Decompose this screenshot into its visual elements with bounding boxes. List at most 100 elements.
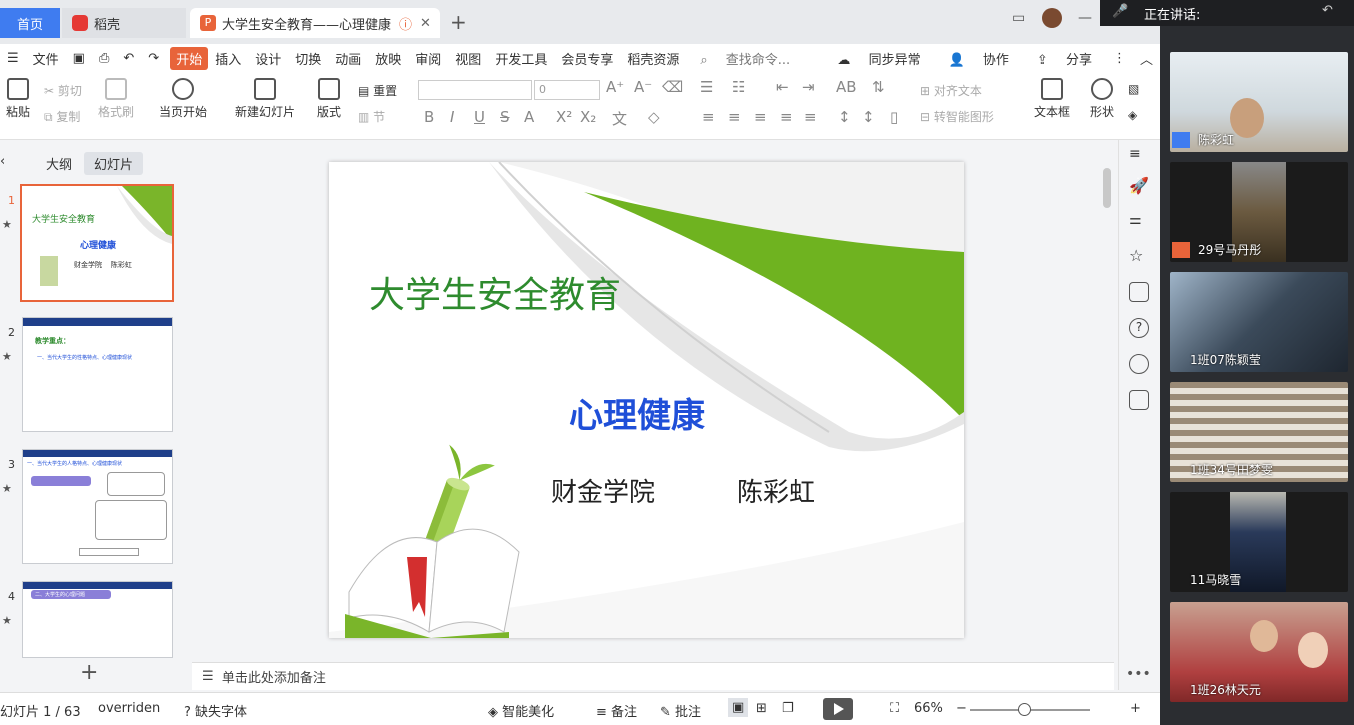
hamburger-icon[interactable]: ☰: [0, 51, 26, 66]
menu-design[interactable]: 设计: [248, 49, 288, 68]
menu-animation[interactable]: 动画: [328, 49, 368, 68]
menu-start[interactable]: 开始: [170, 46, 209, 70]
close-tab-icon[interactable]: ✕: [420, 16, 431, 31]
font-family-select[interactable]: [418, 80, 532, 100]
video-tile[interactable]: 1班34号田梦雯: [1170, 382, 1348, 482]
notes-area[interactable]: ☰ 单击此处添加备注: [192, 662, 1114, 690]
current-slide[interactable]: 大学生安全教育 心理健康 财金学院 陈彩虹: [329, 162, 964, 638]
more-menu-icon[interactable]: ⋮: [1106, 51, 1133, 66]
add-slide-button[interactable]: +: [80, 660, 98, 685]
indent-icon[interactable]: ⇥: [802, 78, 815, 96]
slide-subtitle[interactable]: 心理健康: [569, 388, 705, 437]
picture-icon[interactable]: ▧: [1128, 82, 1139, 96]
undo-icon[interactable]: ↶: [116, 51, 141, 66]
share-button[interactable]: ⇪ 分享: [1023, 49, 1106, 68]
layers-icon[interactable]: ◈: [1128, 108, 1137, 122]
menu-review[interactable]: 审阅: [408, 49, 448, 68]
star-outline-icon[interactable]: ☆: [1129, 246, 1149, 266]
clear-format-icon[interactable]: ⌫: [662, 78, 683, 96]
distribute-icon[interactable]: ≡: [804, 108, 817, 126]
align-center-icon[interactable]: ≡: [728, 108, 741, 126]
notes-toggle-button[interactable]: ≡ 备注: [596, 701, 637, 720]
font-color-icon[interactable]: A: [524, 108, 534, 126]
sync-icon[interactable]: [1129, 282, 1149, 302]
tab-slides[interactable]: 幻灯片: [84, 152, 144, 175]
user-avatar[interactable]: [1042, 8, 1062, 28]
increase-font-icon[interactable]: A⁺: [606, 78, 624, 96]
zoom-out-icon[interactable]: −: [956, 701, 967, 716]
new-slide-button[interactable]: 新建幻灯片: [232, 78, 298, 120]
zoom-slider-handle[interactable]: [1018, 703, 1031, 716]
numbered-list-icon[interactable]: ☷: [732, 78, 745, 96]
tab-document[interactable]: P 大学生安全教育——心理健康 ⓘ ✕: [190, 8, 440, 38]
help-icon[interactable]: ?: [1129, 318, 1149, 338]
decrease-font-icon[interactable]: A⁻: [634, 78, 652, 96]
section-button[interactable]: ▥ 节: [358, 108, 385, 125]
back-arrow-icon[interactable]: ↶: [1322, 3, 1333, 18]
lightbulb-icon[interactable]: [1129, 354, 1149, 374]
italic-icon[interactable]: I: [450, 108, 454, 126]
phonetic-icon[interactable]: 文: [612, 108, 627, 129]
save-icon[interactable]: ▣: [66, 51, 92, 66]
text-direction-icon[interactable]: AB: [836, 78, 857, 96]
scrollbar-thumb[interactable]: [1103, 168, 1111, 208]
format-painter-button[interactable]: 格式刷: [96, 78, 136, 120]
justify-icon[interactable]: ≡: [780, 108, 793, 126]
warning-icon[interactable]: ⓘ: [399, 14, 412, 33]
missing-font-button[interactable]: ? 缺失字体: [184, 701, 247, 720]
bullet-list-icon[interactable]: ☰: [700, 78, 713, 96]
video-tile[interactable]: 29号马丹彤: [1170, 162, 1348, 262]
font-size-select[interactable]: 0: [534, 80, 600, 100]
menu-transition[interactable]: 切换: [288, 49, 328, 68]
paragraph-spacing-icon[interactable]: ↕: [862, 108, 875, 126]
align-left-icon[interactable]: ≡: [702, 108, 715, 126]
command-search-input[interactable]: ⌕ 查找命令...: [686, 49, 804, 68]
window-layout-icon[interactable]: ▭: [1012, 10, 1025, 26]
redo-icon[interactable]: ↷: [141, 51, 166, 66]
bold-icon[interactable]: B: [424, 108, 434, 126]
video-tile[interactable]: 1班07陈颖莹: [1170, 272, 1348, 372]
video-tile[interactable]: 1班26林天元: [1170, 602, 1348, 702]
menu-view[interactable]: 视图: [448, 49, 488, 68]
sync-status[interactable]: ☁ 同步异常: [823, 49, 934, 68]
align-text-button[interactable]: ⊞ 对齐文本: [920, 82, 982, 99]
menu-lines-icon[interactable]: ≡: [1129, 146, 1149, 166]
highlight-icon[interactable]: ◇: [648, 108, 660, 126]
tab-daoke[interactable]: 稻壳: [62, 8, 186, 38]
slide-thumbnail-4[interactable]: 二、大学生的心理问题: [22, 581, 173, 658]
paste-button[interactable]: 粘贴: [2, 78, 34, 120]
slide-thumbnail-3[interactable]: 一、当代大学生的人格特点、心理健康现状: [22, 449, 173, 564]
columns-icon[interactable]: ▯: [890, 108, 898, 126]
new-tab-button[interactable]: +: [450, 10, 467, 34]
more-options-icon[interactable]: •••: [1126, 666, 1151, 682]
comment-button[interactable]: ✎ 批注: [660, 701, 701, 720]
cut-button[interactable]: ✂ 剪切: [44, 82, 82, 99]
slideshow-play-button[interactable]: [823, 698, 853, 720]
tab-home[interactable]: 首页: [0, 8, 60, 38]
grid-view-icon[interactable]: ⊞: [756, 701, 767, 716]
play-current-button[interactable]: 当页开始: [152, 78, 214, 120]
slide-thumbnail-1[interactable]: 大学生安全教育 心理健康 财金学院 陈彩虹: [20, 184, 174, 302]
menu-member[interactable]: 会员专享: [554, 49, 620, 68]
layout-button[interactable]: 版式: [312, 78, 346, 120]
menu-slideshow[interactable]: 放映: [368, 49, 408, 68]
slide-college[interactable]: 财金学院: [551, 472, 655, 509]
editor-scrollbar[interactable]: [1100, 140, 1114, 660]
menu-developer[interactable]: 开发工具: [488, 49, 554, 68]
align-right-icon[interactable]: ≡: [754, 108, 767, 126]
picture-edit-icon[interactable]: [1129, 390, 1149, 410]
video-tile[interactable]: 陈彩虹: [1170, 52, 1348, 152]
textbox-button[interactable]: 文本框: [1030, 78, 1074, 120]
menu-insert[interactable]: 插入: [208, 49, 248, 68]
line-spacing-icon[interactable]: ↕: [838, 108, 851, 126]
rocket-icon[interactable]: 🚀: [1129, 176, 1149, 196]
slide-thumbnail-2[interactable]: 教学重点： 一、当代大学生的性格特点、心理健康现状: [22, 317, 173, 432]
copy-button[interactable]: ⧉ 复制: [44, 108, 80, 125]
smart-shape-button[interactable]: ⊟ 转智能图形: [920, 108, 994, 125]
zoom-level[interactable]: 66%: [914, 701, 943, 716]
collab-button[interactable]: 👤 协作: [935, 49, 1023, 68]
beautify-button[interactable]: ◈ 智能美化: [488, 701, 554, 720]
shape-button[interactable]: 形状: [1084, 78, 1120, 120]
tab-outline[interactable]: 大纲: [46, 154, 72, 173]
zoom-in-icon[interactable]: +: [1130, 701, 1141, 716]
